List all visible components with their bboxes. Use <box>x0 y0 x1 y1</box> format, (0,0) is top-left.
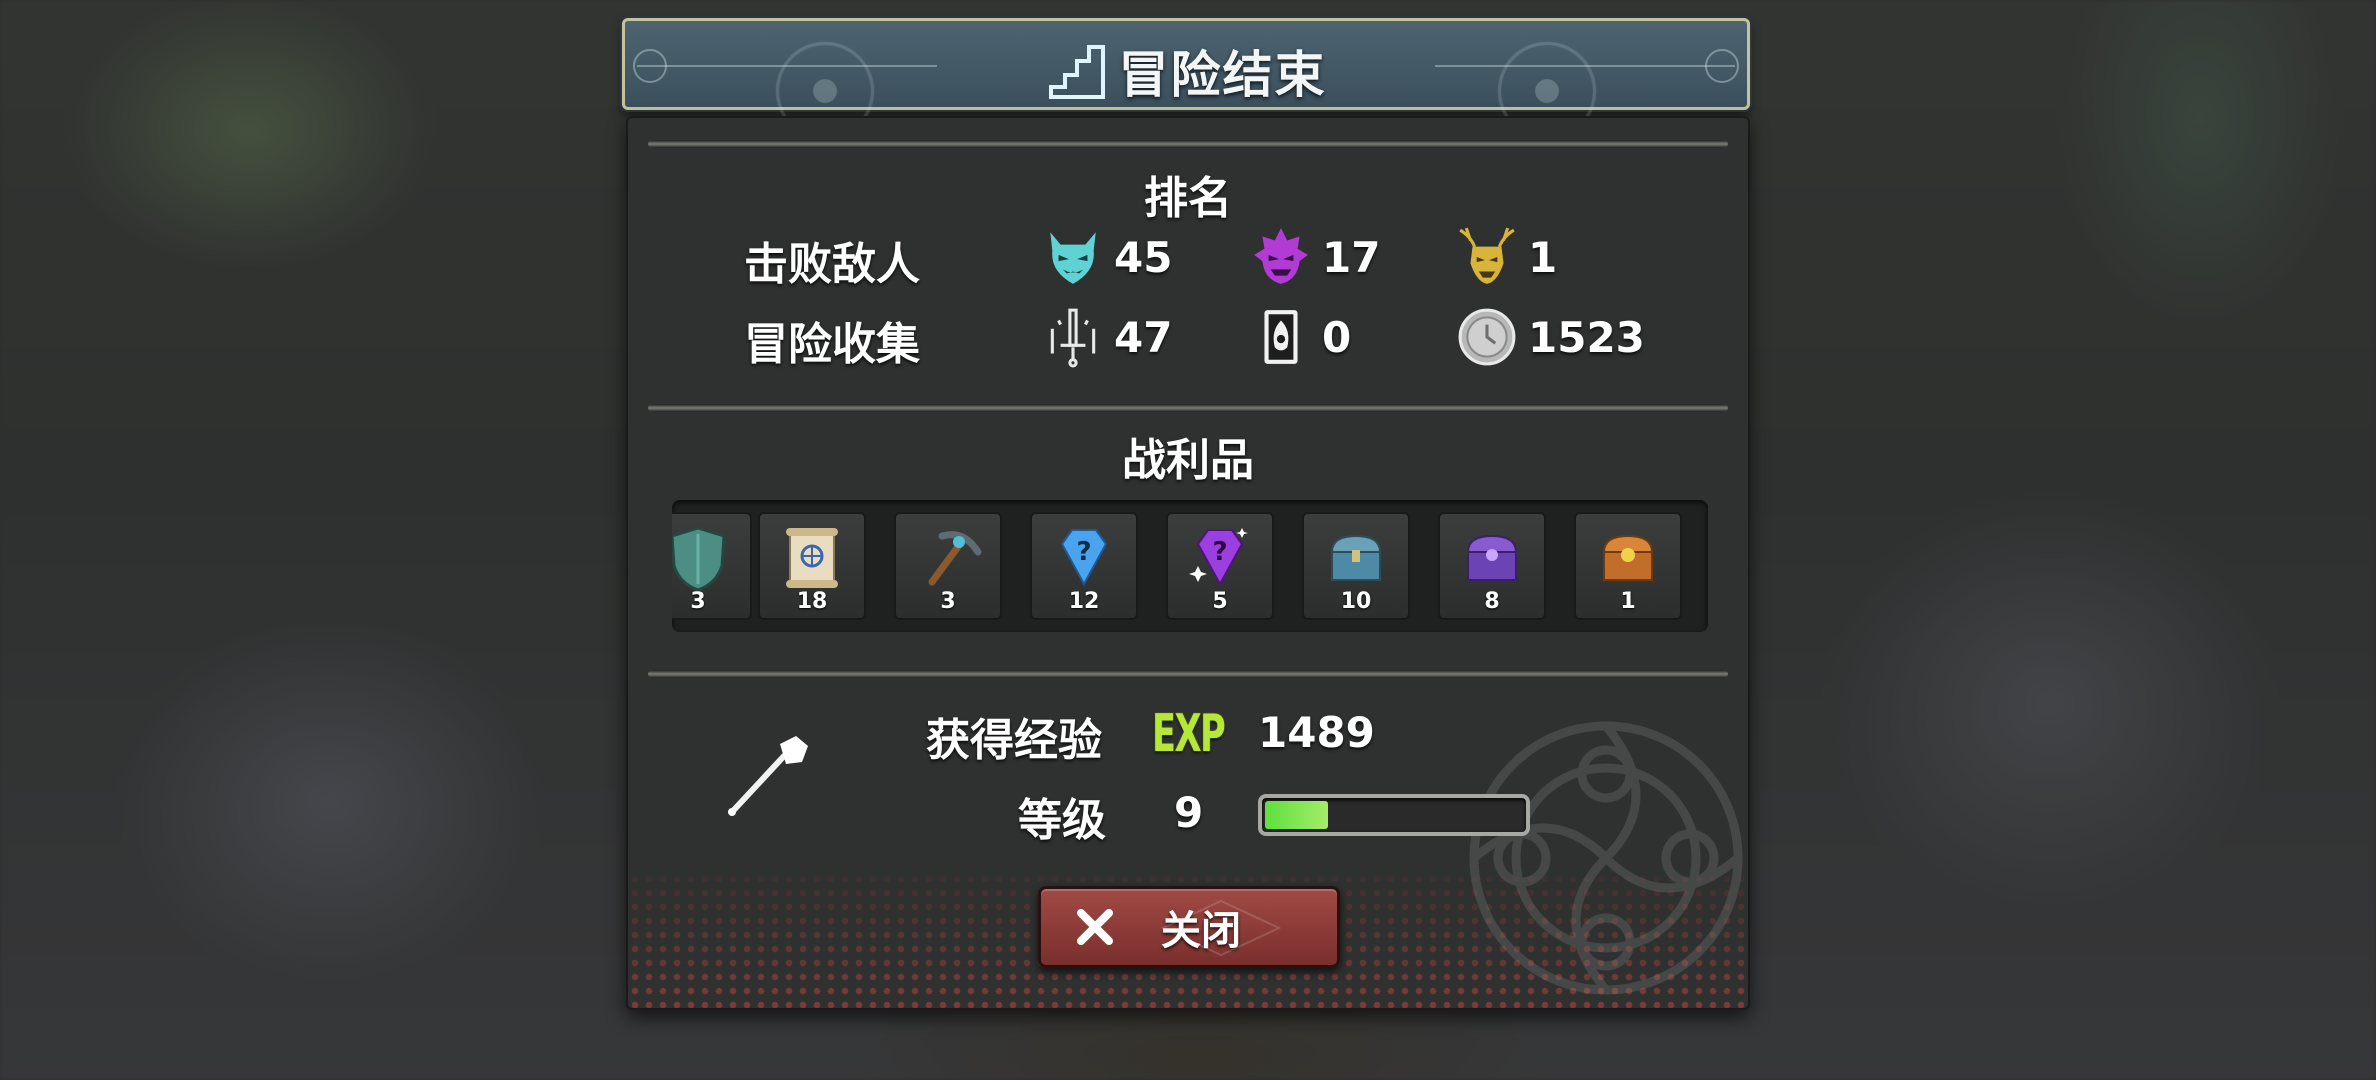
defeated-stat-gold: 1 <box>1454 224 1557 290</box>
loot-item[interactable]: 3 <box>894 512 1002 620</box>
gold-chest-icon <box>1602 534 1654 581</box>
svg-text:?: ? <box>1076 537 1091 567</box>
card-icon <box>1264 310 1298 364</box>
wand-icon <box>728 736 808 816</box>
gold-demon-mask-icon <box>1459 227 1515 284</box>
ranking-title: 排名 <box>1144 173 1232 224</box>
loot-count: 8 <box>1484 589 1500 614</box>
scroll-icon <box>786 528 838 588</box>
svg-text:?: ? <box>1212 537 1227 567</box>
loot-count: 12 <box>1068 589 1100 614</box>
loot-title: 战利品 <box>1122 435 1254 486</box>
loot-item[interactable]: ? 5 <box>1166 512 1274 620</box>
purple-chest-icon <box>1466 534 1518 581</box>
purple-demon-mask-icon <box>1254 228 1308 284</box>
loot-count: 1 <box>1620 589 1636 614</box>
exp-label: 获得经验 <box>926 715 1102 766</box>
cyan-demon-mask-icon <box>1050 232 1096 284</box>
close-button[interactable]: 关闭 <box>1038 886 1340 968</box>
blue-mystery-gem-icon: ? <box>1060 529 1108 587</box>
defeated-value: 45 <box>1114 232 1173 282</box>
collected-stat-sword: 47 <box>1040 304 1172 370</box>
collected-stat-card: 0 <box>1248 304 1351 370</box>
level-label: 等级 <box>1018 795 1106 846</box>
stairs-icon <box>1049 45 1106 99</box>
divider <box>648 404 1728 412</box>
collected-value: 1523 <box>1528 312 1645 362</box>
loot-item[interactable]: ? 12 <box>1030 512 1138 620</box>
divider <box>648 140 1728 148</box>
defeated-value: 1 <box>1528 232 1558 282</box>
defeated-label: 击败敌人 <box>744 239 920 290</box>
collected-value: 47 <box>1114 312 1173 362</box>
result-panel: 排名 击败敌人 冒险收集 45 17 1 47 0 1523 战利品 3 18 … <box>626 116 1750 1010</box>
loot-item[interactable]: 3 <box>672 512 752 620</box>
loot-item[interactable]: 10 <box>1302 512 1410 620</box>
level-progress-fill <box>1265 801 1328 829</box>
loot-count: 18 <box>796 589 828 614</box>
collected-value: 0 <box>1322 312 1352 362</box>
defeated-stat-purple: 17 <box>1248 224 1380 290</box>
close-icon <box>1077 909 1113 945</box>
level-progress-bar <box>1258 794 1530 836</box>
loot-item[interactable]: 1 <box>1574 512 1682 620</box>
button-decoration <box>1161 899 1281 957</box>
loot-list[interactable]: 3 18 3 ? 12 ? 5 10 8 1 <box>672 500 1708 632</box>
loot-count: 3 <box>690 589 706 614</box>
defeated-stat-cyan: 45 <box>1040 224 1172 290</box>
loot-item[interactable]: 8 <box>1438 512 1546 620</box>
collected-stat-coin: 1523 <box>1454 304 1645 370</box>
loot-count: 5 <box>1212 589 1228 614</box>
loot-item[interactable]: 18 <box>758 512 866 620</box>
silver-coin-icon <box>1458 308 1516 366</box>
collect-label: 冒险收集 <box>744 319 920 370</box>
exp-value: 1489 <box>1258 708 1375 757</box>
blue-chest-icon <box>1330 534 1382 581</box>
purple-mystery-gem-icon: ? <box>1189 528 1248 587</box>
sword-icon <box>1050 308 1096 368</box>
loot-count: 10 <box>1340 589 1372 614</box>
teal-shield-icon <box>672 526 726 592</box>
defeated-value: 17 <box>1322 232 1381 282</box>
pickaxe-icon <box>928 531 982 586</box>
loot-count: 3 <box>940 589 956 614</box>
page-title: 冒险结束 <box>1118 46 1327 104</box>
result-banner: 冒险结束 <box>622 11 1750 171</box>
knot-ornament-icon <box>1469 721 1743 995</box>
divider <box>648 670 1728 678</box>
level-value: 9 <box>1174 788 1204 837</box>
exp-badge: EXP <box>1152 704 1226 764</box>
